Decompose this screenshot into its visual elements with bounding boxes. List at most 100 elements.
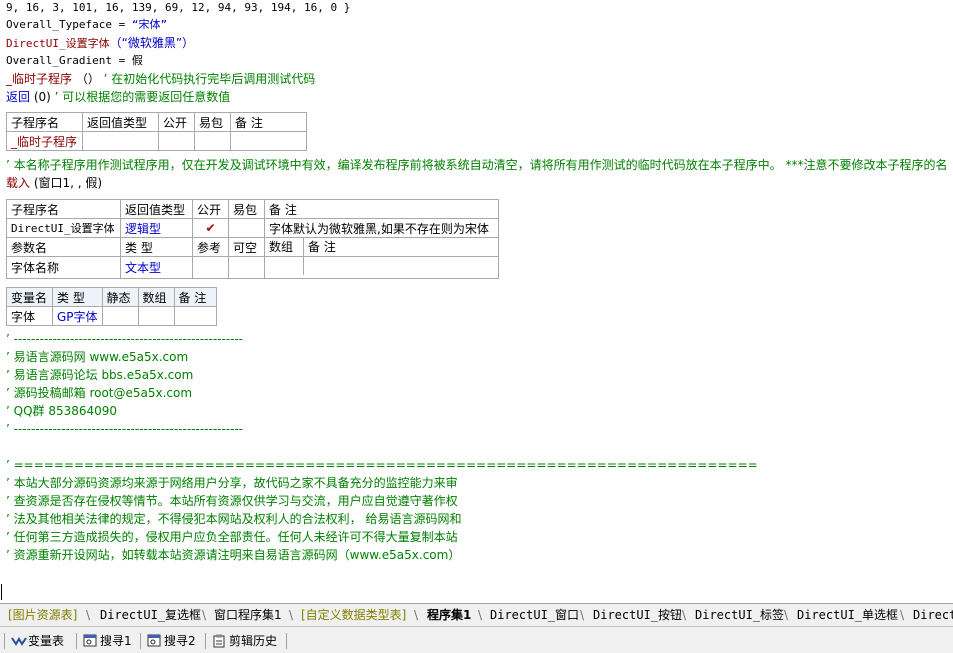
cell-param-array[interactable] [265,257,304,275]
tab-separator: \ [478,608,483,622]
tab-separator: \ [900,608,905,622]
tab-directui-window[interactable]: DirectUI_窗口 [490,606,579,624]
comment-line[interactable]: ’ 查资源是否存在侵权等情节。本站所有资源仅供学习与交流，用户应自觉遵守著作权 [6,492,458,510]
cell-param-ref[interactable] [192,256,229,279]
code-line-gradient[interactable]: Overall_Gradient = 假 [6,52,143,70]
header-param-name: 参数名 [6,237,121,257]
cell-epkg[interactable] [194,131,231,151]
comment-line[interactable]: ’ QQ群 853864090 [6,402,117,420]
header-param-rest: 数组备 注 [264,237,499,257]
code-line-load[interactable]: 载入 (窗口1, , 假) [6,174,102,192]
comment-line[interactable]: ’ --------------------------------------… [6,420,243,438]
cell-return-type[interactable]: 逻辑型 [120,218,193,238]
header-var-array: 数组 [137,287,175,307]
cell-remark[interactable]: 字体默认为微软雅黑,如果不存在则为宋体 [264,218,499,238]
cell-var-remark[interactable] [173,306,217,326]
tab-separator: \ [784,608,789,622]
cell-sub-name[interactable]: DirectUI_设置字体 [6,218,121,238]
separator [76,633,77,649]
bottom-panel-bar: 变量表 搜寻1 搜寻2 剪辑历史 [0,626,953,653]
code-line-array[interactable]: 9, 16, 3, 101, 16, 139, 69, 12, 94, 93, … [6,0,350,17]
header-param-ref: 参考 [192,237,229,257]
header-param-remark: 备 注 [308,240,336,254]
tab-directui-button[interactable]: DirectUI_按钮 [593,606,682,624]
var-table: 变量名 类 型 静态 数组 备 注 字体 GP字体 [6,287,217,326]
tab-window-assembly[interactable]: 窗口程序集1 [214,606,282,624]
tab-directui-radio[interactable]: DirectUI_单选框 [797,606,898,624]
cell-param-name[interactable]: 字体名称 [6,256,121,279]
separator [4,633,5,649]
tab-separator: \ [86,608,91,622]
header-epkg: 易包 [194,112,231,132]
clipboard-icon [212,634,226,648]
header-return-type: 返回值类型 [120,199,193,219]
comment-line[interactable]: ’ ======================================… [6,456,758,474]
header-epkg: 易包 [228,199,265,219]
comment-line[interactable]: ’ 法及其他相关法律的规定，不得侵犯本网站及权利人的合法权利， 给易语言源码网和 [6,510,461,528]
cell-param-type[interactable]: 文本型 [120,256,193,279]
tab-directui-label[interactable]: DirectUI_标签 [695,606,784,624]
search-window-icon [147,634,161,648]
search-window-icon [83,634,97,648]
code-line-set-font[interactable]: DirectUI_设置字体（“微软雅黑”） [6,34,194,52]
variables-button[interactable]: 变量表 [11,632,64,650]
header-sub-name: 子程序名 [6,199,121,219]
cell-public[interactable] [158,131,195,151]
header-var-name: 变量名 [6,287,53,307]
separator [286,633,287,649]
cell-epkg[interactable] [228,218,265,238]
comment-line[interactable]: ’ 易语言源码网 www.e5a5x.com [6,348,188,366]
header-param-type: 类 型 [120,237,193,257]
variables-icon [11,634,27,648]
comment-line[interactable]: ’ 源码投稿邮箱 root@e5a5x.com [6,384,192,402]
text-caret [1,584,2,600]
file-tab-bar: [图片资源表] \ DirectUI_复选框 \ 窗口程序集1 \ [自定义数据… [0,603,953,626]
separator [205,633,206,649]
code-line-return[interactable]: 返回 (0) ’ 可以根据您的需要返回任意数值 [6,88,230,106]
tab-separator: \ [580,608,585,622]
header-remark: 备 注 [230,112,307,132]
tab-assembly-1[interactable]: 程序集1 [427,606,471,624]
comment-line[interactable]: ’ 资源重新开设网站，如转载本站资源请注明来自易语言源码网（www.e5a5x.… [6,546,460,564]
header-param-optional: 可空 [228,237,265,257]
sub-table-temp: 子程序名 返回值类型 公开 易包 备 注 _临时子程序 [6,112,307,151]
tab-directui-more[interactable]: DirectU [913,606,953,624]
cell-sub-name[interactable]: _临时子程序 [6,131,83,151]
header-param-array: 数组 [265,238,304,256]
cell-var-name[interactable]: 字体 [6,306,53,326]
tab-directui-checkbox[interactable]: DirectUI_复选框 [100,606,201,624]
comment-line[interactable]: ’ --------------------------------------… [6,330,243,348]
cell-remark[interactable] [230,131,307,151]
code-line-temp-sub[interactable]: _临时子程序 （） ’ 在初始化代码执行完毕后调用测试代码 [6,70,315,88]
tab-custom-types[interactable]: [自定义数据类型表] [301,606,406,624]
code-editor[interactable]: 9, 16, 3, 101, 16, 139, 69, 12, 94, 93, … [0,0,953,603]
header-return-type: 返回值类型 [82,112,159,132]
clip-history-button[interactable]: 剪辑历史 [212,632,277,650]
code-line-typeface[interactable]: Overall_Typeface = “宋体” [6,16,167,34]
tab-separator: \ [414,608,419,622]
cell-var-type[interactable]: GP字体 [52,306,103,326]
header-var-static: 静态 [101,287,139,307]
header-public: 公开 [158,112,195,132]
sub-table-set-font: 子程序名 返回值类型 公开 易包 备 注 DirectUI_设置字体 逻辑型 ✔… [6,199,499,279]
header-remark: 备 注 [264,199,499,219]
separator [140,633,141,649]
cell-return-type[interactable] [82,131,159,151]
tab-image-resources[interactable]: [图片资源表] [8,606,77,624]
header-var-type: 类 型 [52,287,103,307]
cell-var-static[interactable] [101,306,139,326]
comment-line[interactable]: ’ 任何第三方造成损失的，侵权用户应负全部责任。任何人未经许可不得大量复制本站 [6,528,458,546]
cell-var-array[interactable] [137,306,175,326]
header-sub-name: 子程序名 [6,112,83,132]
comment-line[interactable]: ’ 易语言源码论坛 bbs.e5a5x.com [6,366,193,384]
search2-button[interactable]: 搜寻2 [147,632,196,650]
cell-param-rest[interactable] [264,256,499,279]
search1-button[interactable]: 搜寻1 [83,632,132,650]
comment-line[interactable]: ’ 本站大部分源码资源均来源于网络用户分享，故代码之家不具备充分的监控能力来审 [6,474,458,492]
check-icon[interactable]: ✔ [192,218,229,238]
tab-separator: \ [202,608,207,622]
header-var-remark: 备 注 [173,287,217,307]
code-line-test-comment[interactable]: ’ 本名称子程序用作测试程序用，仅在开发及调试环境中有效，编译发布程序前将被系统… [6,156,953,174]
tab-separator: \ [289,608,294,622]
cell-param-optional[interactable] [228,256,265,279]
